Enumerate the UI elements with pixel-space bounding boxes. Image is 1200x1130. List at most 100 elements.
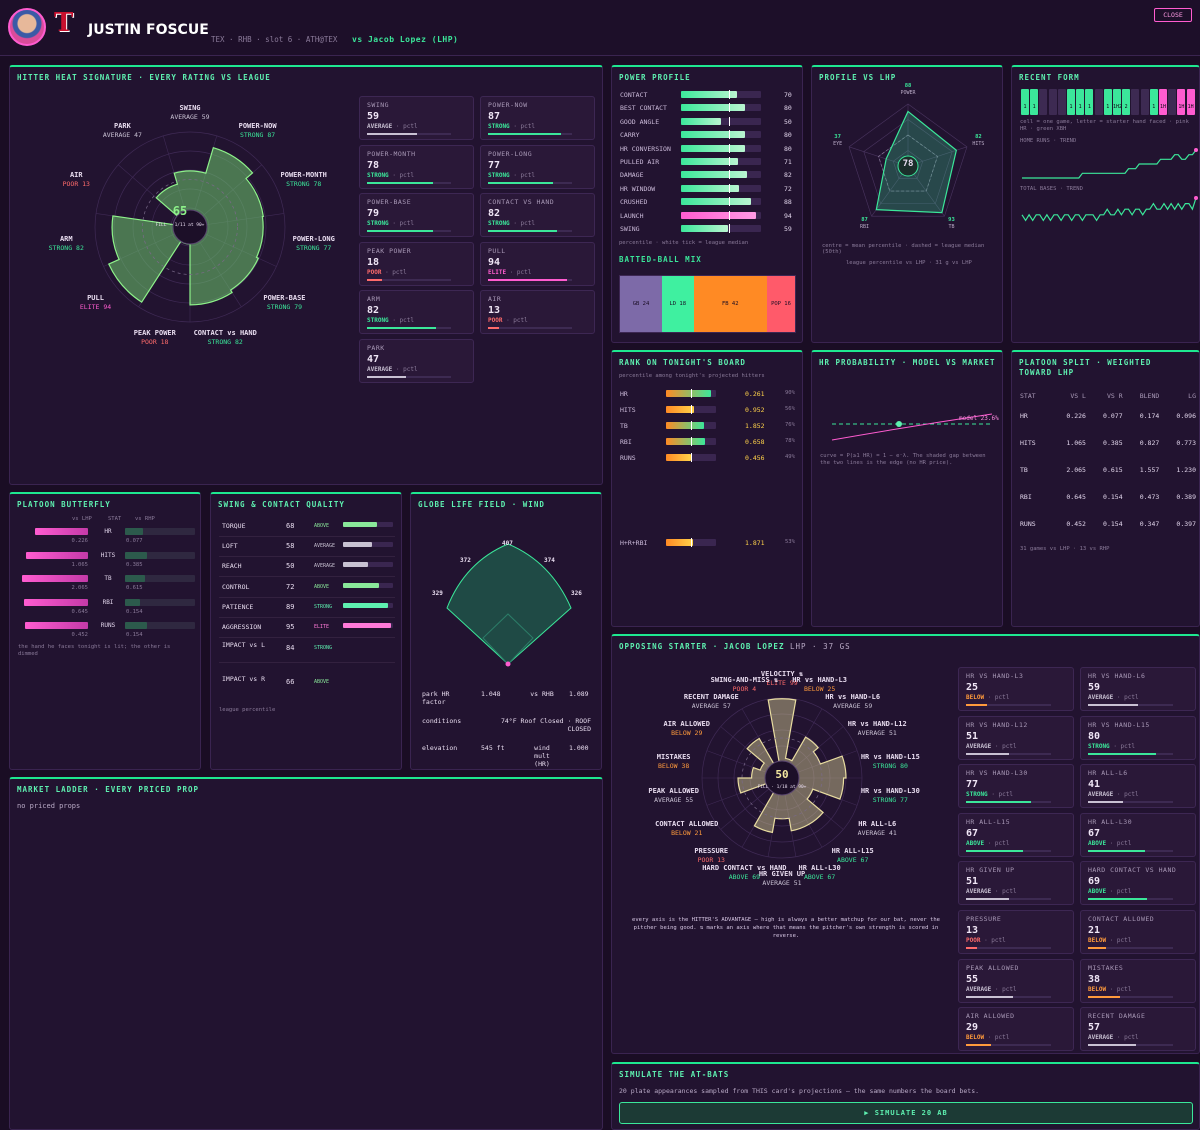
heat-card: POWER-MONTH 78 STRONG · pctl	[359, 144, 474, 189]
butterfly-bar-l	[35, 528, 88, 535]
axis-tier: AVERAGE 47	[102, 131, 142, 140]
platoon-row: RBI 0.645 0.154 0.473 0.389	[1020, 493, 1196, 520]
heat-card: PULL 94 ELITE · pctl	[480, 241, 595, 286]
power-row-label: PULLED AIR	[620, 158, 660, 166]
card-bar	[966, 1044, 1051, 1047]
card-bar	[966, 752, 1051, 755]
opp-title: OPPOSING STARTER · JACOB LOPEZ LHP · 37 …	[619, 642, 851, 651]
opp-axis-label: HR vs HAND-L12 AVERAGE 51	[832, 720, 922, 738]
platoon-head: VS R	[1106, 392, 1123, 400]
rank-row-bar	[666, 389, 716, 398]
park-title: GLOBE LIFE FIELD · WIND	[418, 500, 545, 509]
opp-card: PEAK ALLOWED 55 AVERAGE · pctl	[958, 958, 1074, 1003]
swing-row-tier: ABOVE	[314, 679, 330, 685]
heat-card: SWING 59 AVERAGE · pctl	[359, 96, 474, 140]
card-tier: ABOVE · pctl	[1088, 839, 1132, 847]
form-game-cell	[1168, 89, 1177, 115]
platoon-cell: 0.174	[1139, 412, 1160, 420]
card-title: POWER-BASE	[367, 198, 412, 206]
axis-tier: ABOVE 69	[728, 872, 761, 881]
card-tier: AVERAGE · pctl	[966, 985, 1017, 993]
card-bar	[1088, 704, 1173, 706]
card-title: PRESSURE	[966, 915, 1002, 923]
card-bar	[367, 181, 451, 184]
opp-axis-label: CONTACT ALLOWED BELOW 21	[642, 820, 732, 838]
platoon-split-panel: PLATOON SPLIT · WEIGHTED TOWARD LHP STAT…	[1011, 350, 1200, 627]
batted-ball-segment: LD 18	[662, 276, 694, 332]
butterfly-val-l: 0.452	[71, 632, 88, 638]
card-bar	[488, 278, 572, 281]
swing-row-bar	[343, 562, 393, 568]
swing-title: SWING & CONTACT QUALITY	[218, 500, 345, 509]
heat-axis-label: AIR POOR 13	[31, 171, 121, 189]
card-title: HR ALL-L15	[966, 817, 1011, 826]
power-row-label: CRUSHED	[620, 198, 648, 207]
rank-row-bar	[666, 405, 716, 414]
rank-row-bar	[666, 453, 716, 462]
hr-trend-chart	[1022, 148, 1198, 179]
card-tier: AVERAGE · pctl	[1088, 791, 1139, 799]
park-row-label: park HR factor	[422, 690, 450, 706]
axis-name: AIR	[69, 171, 83, 180]
hr-probability-panel: HR PROBABILITY · MODEL VS MARKET model 2…	[811, 350, 1003, 627]
park-dim-lc: 372	[460, 557, 471, 564]
card-title: HR vs HAND-L15	[1088, 720, 1150, 729]
rank-row-value: 0.261	[745, 390, 765, 398]
profile-axis-name: POWER	[900, 90, 916, 96]
axis-name: PARK	[113, 122, 131, 131]
form-game-cell	[1048, 89, 1057, 115]
butterfly-bar-r	[125, 528, 143, 535]
axis-name: RECENT DAMAGE	[683, 693, 739, 702]
park-row-value: 74°F Roof Closed · ROOF CLOSED	[500, 717, 591, 733]
axis-name: POWER-MONTH	[280, 171, 327, 180]
power-row-bar	[681, 157, 761, 166]
opp-card: HARD CONTACT vs HAND 69 ABOVE · pctl	[1080, 861, 1196, 906]
swing-row-divider	[219, 536, 395, 537]
platoon-head: VS L	[1070, 392, 1086, 400]
butterfly-val-l: 0.645	[71, 608, 88, 615]
card-tier: STRONG · pctl	[1088, 742, 1135, 750]
butterfly-title: PLATOON BUTTERFLY	[17, 500, 111, 509]
simulate-button[interactable]: ▶ SIMULATE 20 AB	[619, 1102, 1193, 1124]
card-value: 57	[1088, 1022, 1101, 1034]
card-value: 47	[367, 353, 380, 365]
profile-center-value: 78	[902, 159, 914, 169]
swing-row-bar	[343, 602, 393, 608]
card-value: 87	[488, 111, 501, 122]
card-bar	[488, 181, 572, 184]
axis-name: CONTACT ALLOWED	[655, 820, 719, 828]
swing-row-label: CONTROL	[222, 582, 250, 591]
form-game-cell: 1	[1103, 89, 1112, 115]
swing-row-tier: AVERAGE	[314, 563, 336, 570]
form-game-cell: 1H	[1186, 89, 1195, 115]
swing-row-label: LOFT	[222, 542, 238, 551]
rank-row-pct: 76%	[785, 422, 795, 428]
card-value: 18	[367, 256, 380, 268]
axis-name: POWER-BASE	[263, 294, 306, 303]
close-button[interactable]: CLOSE	[1154, 8, 1192, 22]
opp-card: HR vs HAND-L6 59 AVERAGE · pctl	[1080, 667, 1196, 711]
card-tier: AVERAGE · pctl	[367, 365, 418, 373]
swing-row-tier: STRONG	[314, 603, 333, 610]
form-game-cell: 2	[1122, 89, 1131, 115]
hr-prob-note: curve = P(≥1 HR) = 1 − e⁻λ. The shaded g…	[820, 453, 986, 466]
platoon-cell: 2.065	[1066, 466, 1086, 474]
card-value: 82	[488, 208, 501, 219]
rank-row-pct: 53%	[785, 539, 795, 545]
axis-tier: AVERAGE 55	[654, 796, 694, 805]
swing-row-divider	[219, 662, 395, 663]
park-row-label-2: wind mult (HR)	[534, 744, 550, 768]
axis-tier: STRONG 79	[266, 303, 303, 312]
platoon-cell: 1.230	[1176, 466, 1196, 474]
profile-axis-name: EYE	[833, 141, 843, 148]
hitter-heat-panel: HITTER HEAT SIGNATURE · EVERY RATING VS …	[9, 65, 603, 485]
axis-tier: STRONG 78	[286, 180, 322, 189]
butterfly-bar-l	[25, 551, 88, 559]
card-value: 55	[966, 973, 979, 985]
swing-row-divider	[219, 576, 395, 578]
platoon-cell: 0.154	[1103, 520, 1123, 528]
heat-axis-label: POWER-BASE STRONG 79	[239, 294, 329, 312]
axis-name: POWER-NOW	[238, 122, 277, 131]
heat-axis-label: ARM STRONG 82	[21, 235, 111, 253]
power-row-value: 80	[784, 131, 792, 140]
